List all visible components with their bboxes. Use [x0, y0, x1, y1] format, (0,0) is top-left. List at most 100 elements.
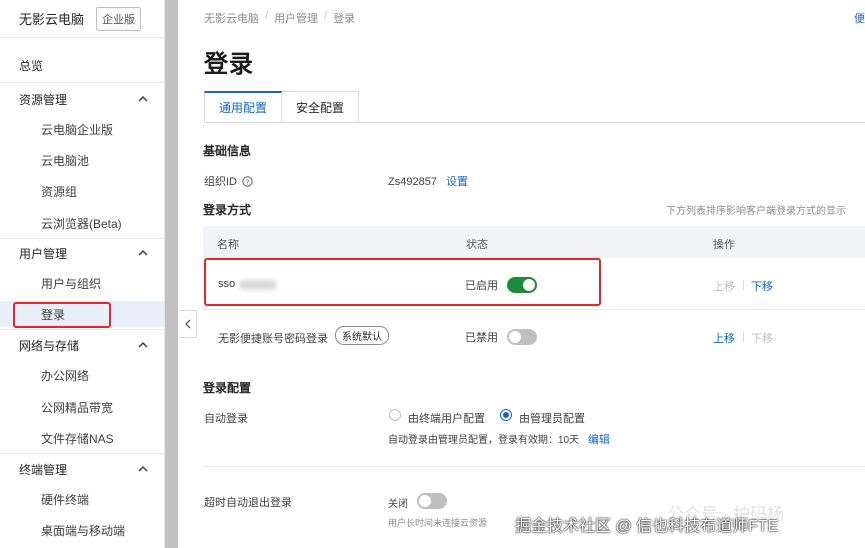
tab-security-config[interactable]: 安全配置: [282, 91, 360, 123]
sidebar-item-resource-group[interactable]: 资源组: [0, 178, 164, 204]
highlight-box: [204, 258, 601, 306]
sidebar-item-label: 公网精品带宽: [41, 400, 114, 415]
divider: [0, 453, 164, 454]
move-down-button[interactable]: 下移: [751, 278, 773, 294]
sidebar-item-label: 文件存储NAS: [41, 431, 114, 446]
brand-name: 无影云电脑: [19, 12, 85, 27]
tabs-underline: [204, 122, 865, 123]
column-header-actions: 操作: [713, 239, 735, 251]
edit-link[interactable]: 编辑: [588, 434, 610, 446]
auto-login-desc: 自动登录由管理员配置，登录有效期：10天 编辑: [388, 431, 610, 447]
login-method-toggle[interactable]: [507, 329, 537, 345]
breadcrumb-item[interactable]: 无影云电脑: [204, 10, 259, 26]
auto-login-desc-text: 自动登录由管理员配置，登录有效期：10天: [388, 435, 580, 446]
sidebar-group-resource[interactable]: 资源管理: [0, 86, 164, 112]
highlight-box: [13, 302, 111, 328]
action-divider: [743, 332, 744, 342]
help-icon[interactable]: ?: [242, 176, 253, 187]
sidebar-item-label: 云电脑池: [41, 153, 90, 168]
sidebar-item-desktop-mobile[interactable]: 桌面端与移动端: [0, 517, 164, 543]
sidebar-item-label: 办公网络: [41, 368, 90, 383]
chevron-up-icon: [138, 465, 148, 472]
edition-tag[interactable]: 企业版: [96, 6, 142, 31]
chevron-up-icon: [138, 341, 148, 348]
radio-admin-config-label[interactable]: 由管理员配置: [519, 410, 585, 426]
sidebar-group-user[interactable]: 用户管理: [0, 240, 164, 266]
breadcrumb-separator: /: [265, 10, 269, 22]
tab-bar: 通用配置 安全配置: [204, 91, 360, 123]
timeout-state-label: 关闭: [388, 499, 408, 510]
watermark-text: 掘金技术社区 @ 信也科技布道师FTE: [515, 518, 779, 535]
move-up-button[interactable]: 上移: [713, 330, 735, 346]
top-right-link[interactable]: 便: [854, 10, 865, 26]
chevron-up-icon: [138, 249, 148, 256]
sidebar-item-label: 用户与组织: [41, 276, 102, 291]
breadcrumb-item[interactable]: 用户管理: [274, 10, 318, 26]
sidebar-item-label: 云浏览器(Beta): [41, 216, 122, 231]
breadcrumb: 无影云电脑 / 用户管理 / 登录: [204, 10, 355, 26]
sidebar-item-bandwidth[interactable]: 公网精品带宽: [0, 394, 164, 420]
sidebar-item-nas[interactable]: 文件存储NAS: [0, 425, 164, 451]
toggle-knob: [419, 495, 431, 507]
sidebar-group-label: 网络与存储: [19, 338, 80, 353]
sidebar-item-office-network[interactable]: 办公网络: [0, 362, 164, 388]
sidebar-item-pc-pool[interactable]: 云电脑池: [0, 147, 164, 173]
section-title-basic-info: 基础信息: [203, 144, 252, 158]
timeout-desc: 用户长时间未连接云资源: [388, 518, 488, 528]
default-badge: 系统默认: [335, 326, 389, 345]
divider: [0, 329, 164, 330]
brand-header: 无影云电脑 企业版: [0, 0, 164, 38]
tab-general-config[interactable]: 通用配置: [204, 91, 283, 123]
org-id-label: 组织ID ?: [204, 173, 253, 189]
tab-label: 通用配置: [219, 101, 268, 115]
column-header-name: 名称: [217, 239, 239, 251]
breadcrumb-separator: /: [324, 10, 328, 22]
radio-user-config-label[interactable]: 由终端用户配置: [408, 410, 485, 426]
org-id-value: Zs492857: [388, 176, 437, 188]
sidebar-item-label: 总览: [19, 58, 44, 73]
sidebar-group-label: 终端管理: [19, 462, 68, 477]
radio-admin-config[interactable]: [500, 409, 512, 421]
sidebar-group-terminal[interactable]: 终端管理: [0, 456, 164, 482]
radio-user-config[interactable]: [389, 409, 401, 421]
login-methods-hint: 下方列表排序影响客户端登录方式的显示: [666, 206, 846, 217]
sidebar: 无影云电脑 企业版 总览 资源管理 云电脑企业版 云电脑池 资源组 云浏览器(B…: [0, 0, 165, 548]
section-title-login-methods: 登录方式: [203, 203, 252, 217]
sidebar-item-label: 资源组: [41, 184, 78, 199]
org-id-label-text: 组织ID: [204, 176, 237, 188]
sidebar-item-label: 云电脑企业版: [41, 122, 114, 137]
tab-label: 安全配置: [296, 100, 345, 115]
sidebar-group-label: 资源管理: [19, 92, 68, 107]
move-down-button-disabled: 下移: [751, 333, 773, 345]
toggle-knob: [509, 331, 521, 343]
section-divider: [203, 466, 865, 467]
main-content: 无影云电脑 / 用户管理 / 登录 便 登录 通用配置 安全配置 基础信息 组织…: [197, 0, 865, 548]
chevron-up-icon: [138, 95, 148, 102]
org-id-set-link[interactable]: 设置: [446, 176, 468, 188]
divider: [0, 82, 164, 83]
table-header: 名称 状态 操作: [203, 226, 865, 258]
sidebar-item-hardware[interactable]: 硬件终端: [0, 486, 164, 512]
timeout-toggle[interactable]: [417, 493, 447, 509]
section-title-login-config: 登录配置: [203, 381, 252, 395]
chevron-left-icon: [184, 319, 190, 329]
column-header-status: 状态: [466, 239, 488, 251]
row-divider: [203, 309, 865, 310]
login-method-status: 已禁用: [465, 332, 498, 344]
sidebar-group-network[interactable]: 网络与存储: [0, 332, 164, 358]
org-id-field: Zs492857 设置: [388, 173, 468, 189]
sidebar-item-users-orgs[interactable]: 用户与组织: [0, 270, 164, 296]
action-divider: [743, 280, 744, 290]
sidebar-item-cloud-browser[interactable]: 云浏览器(Beta): [0, 210, 164, 236]
collapse-sidebar-button[interactable]: [179, 310, 197, 338]
divider: [0, 238, 164, 239]
sidebar-item-cloud-pc[interactable]: 云电脑企业版: [0, 116, 164, 142]
sidebar-item-label: 硬件终端: [41, 492, 90, 507]
sidebar-item-overview[interactable]: 总览: [0, 52, 164, 78]
login-method-name: 无影便捷账号密码登录: [218, 333, 328, 345]
sidebar-item-label: 桌面端与移动端: [41, 523, 126, 538]
sidebar-scrollbar[interactable]: [165, 0, 178, 548]
move-up-button-disabled: 上移: [713, 281, 735, 293]
timeout-logout-label: 超时自动退出登录: [204, 497, 292, 509]
auto-login-label: 自动登录: [204, 413, 248, 425]
